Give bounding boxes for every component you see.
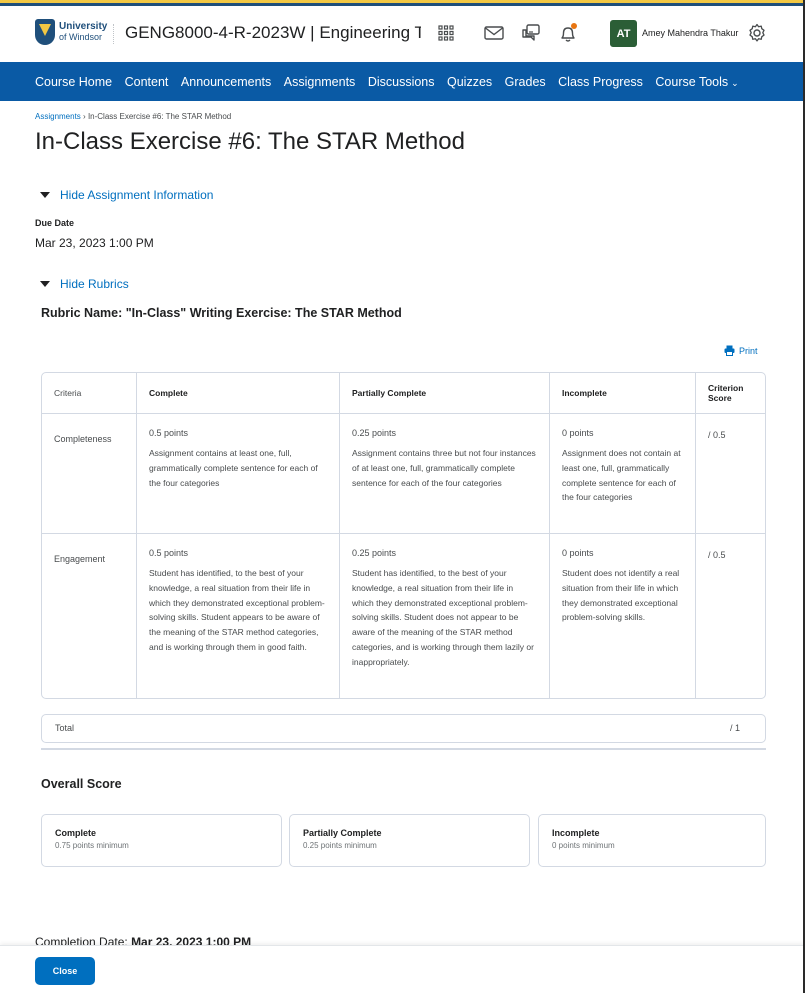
level-points: 0.25 points [352,428,397,438]
criterion-score: / 0.5 [696,414,765,534]
total-label: Total [55,723,75,733]
level-points: 0.5 points [149,548,189,558]
avatar[interactable]: AT [610,20,637,47]
level-points: 0 points [562,428,594,438]
mail-icon[interactable] [483,22,505,44]
bell-icon[interactable] [557,22,579,44]
overall-level-name: Partially Complete [303,828,382,838]
level-cell: 0.25 points Assignment contains three bu… [340,414,550,534]
table-row: Completeness 0.5 points Assignment conta… [42,414,765,534]
nav-discussions[interactable]: Discussions [368,75,435,89]
level-cell: 0 points Assignment does not contain at … [550,414,696,534]
breadcrumb: Assignments › In-Class Exercise #6: The … [35,112,231,121]
criterion-score: / 0.5 [708,550,726,560]
table-row: Engagement 0.5 points Student has identi… [42,534,765,698]
notification-dot [571,23,577,29]
overall-score-title: Overall Score [41,777,122,791]
overall-level-card: Incomplete 0 points minimum [538,814,766,867]
header-criterion-score: Criterion Score [696,373,765,414]
rubric-total: Total / 1 [41,714,766,743]
gear-icon[interactable] [746,22,768,44]
level-description: Student has identified, to the best of y… [352,568,534,667]
logo-line-1: University [59,21,108,32]
header-partially-complete: Partially Complete [340,373,550,414]
nav-quizzes[interactable]: Quizzes [447,75,492,89]
rubric-table: Criteria Complete Partially Complete Inc… [41,372,766,699]
nav-course-tools-label: Course Tools [655,74,729,89]
header-incomplete: Incomplete [550,373,696,414]
page-title: In-Class Exercise #6: The STAR Method [35,128,465,155]
total-divider [41,748,766,750]
criterion-name: Engagement [42,534,137,698]
chevron-down-icon: ⌄ [731,77,739,88]
level-points: 0.25 points [352,548,397,558]
hide-assignment-info-label: Hide Assignment Information [60,188,214,202]
chat-icon[interactable] [520,22,542,44]
level-cell: 0.25 points Student has identified, to t… [340,534,550,698]
overall-level-min: 0.75 points minimum [55,841,129,850]
level-description: Student does not identify a real situati… [562,568,680,623]
footer-bar: Close [0,945,805,993]
nav-assignments[interactable]: Assignments [284,75,356,89]
rubric-header-row: Criteria Complete Partially Complete Inc… [42,373,765,414]
nav-class-progress[interactable]: Class Progress [558,75,643,89]
level-description: Assignment contains at least one, full, … [149,448,318,488]
overall-level-name: Incomplete [552,828,600,838]
rubric-name: Rubric Name: "In-Class" Writing Exercise… [41,306,402,320]
level-description: Assignment contains three but not four i… [352,448,536,488]
caret-down-icon [40,192,50,198]
hide-assignment-info-toggle[interactable]: Hide Assignment Information [40,188,213,202]
level-points: 0.5 points [149,428,189,438]
breadcrumb-separator: › [83,112,86,121]
overall-level-card: Complete 0.75 points minimum [41,814,282,867]
print-button[interactable]: Print [724,345,758,356]
level-cell: 0 points Student does not identify a rea… [550,534,696,698]
nav-course-tools[interactable]: Course Tools ⌄ [655,75,738,89]
criterion-name: Completeness [42,414,137,534]
nav-grades[interactable]: Grades [505,75,546,89]
hide-rubrics-toggle[interactable]: Hide Rubrics [40,277,129,291]
level-cell: 0.5 points Assignment contains at least … [137,414,340,534]
breadcrumb-assignments-link[interactable]: Assignments [35,112,81,121]
university-logo[interactable]: University of Windsor [35,19,107,45]
overall-level-name: Complete [55,828,97,838]
top-header: University of Windsor GENG8000-4-R-2023W… [0,6,805,62]
overall-level-card: Partially Complete 0.25 points minimum [289,814,530,867]
hide-rubrics-label: Hide Rubrics [60,277,129,291]
overall-level-min: 0.25 points minimum [303,841,377,850]
logo-line-2: of Windsor [59,32,103,42]
level-cell: 0.5 points Student has identified, to th… [137,534,340,698]
nav-course-home[interactable]: Course Home [35,75,112,89]
print-label: Print [739,345,758,356]
breadcrumb-current: In-Class Exercise #6: The STAR Method [87,112,232,121]
nav-announcements[interactable]: Announcements [181,75,271,89]
level-description: Student has identified, to the best of y… [149,568,325,652]
printer-icon [724,345,735,356]
close-button[interactable]: Close [35,957,95,985]
course-title[interactable]: GENG8000-4-R-2023W | Engineering T... [125,23,421,43]
due-date-value: Mar 23, 2023 1:00 PM [35,236,154,250]
header-divider [113,24,114,44]
header-complete: Complete [137,373,340,414]
nav-content[interactable]: Content [125,75,169,89]
caret-down-icon [40,281,50,287]
shield-icon [35,19,55,45]
overall-level-min: 0 points minimum [552,841,615,850]
total-value: / 1 [729,723,740,733]
level-description: Assignment does not contain at least one… [562,448,681,503]
due-date-label: Due Date [35,218,75,228]
level-points: 0 points [562,548,594,558]
apps-grid-icon[interactable] [435,22,457,44]
user-name[interactable]: Amey Mahendra Thakur [642,28,738,38]
header-criteria: Criteria [42,373,137,414]
course-navbar: Course Home Content Announcements Assign… [0,62,805,101]
